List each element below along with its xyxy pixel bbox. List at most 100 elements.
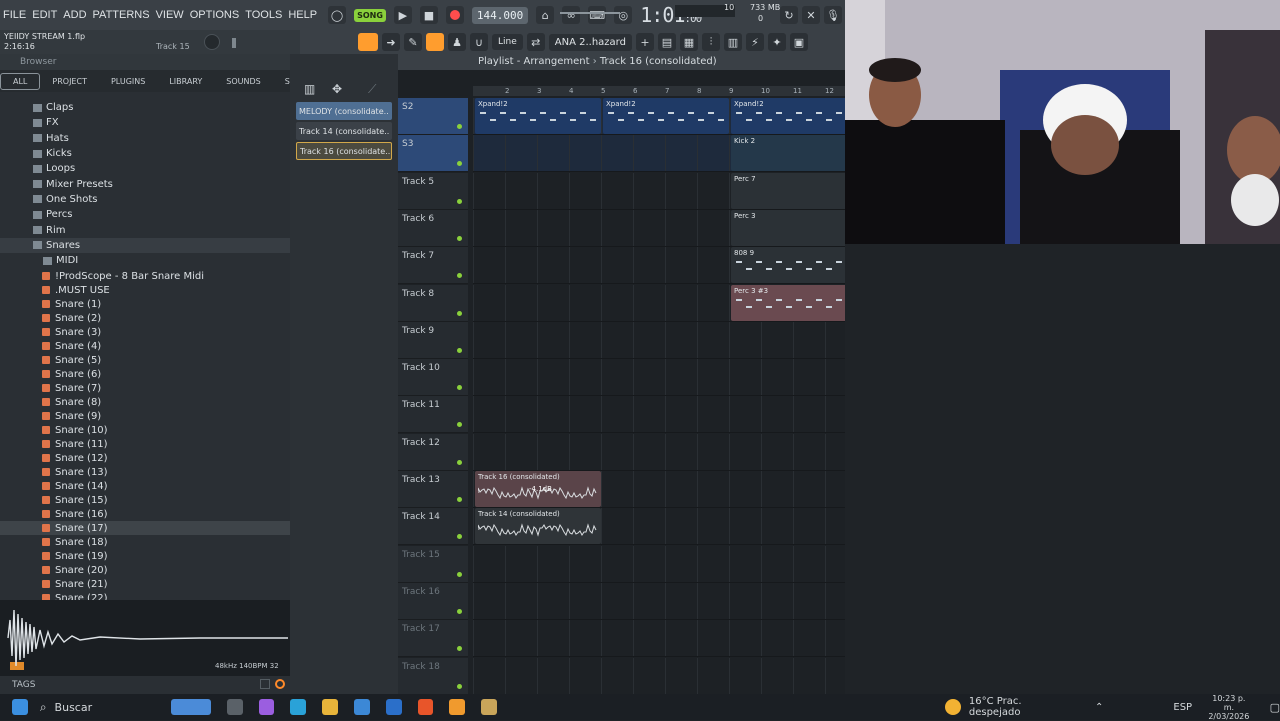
- picker-pattern-icon[interactable]: ▥: [304, 82, 315, 96]
- search-icon[interactable]: ⌕: [40, 700, 47, 715]
- fl-studio-icon[interactable]: [449, 699, 466, 715]
- plugin-icon[interactable]: ⚡: [745, 33, 764, 51]
- mini-slider[interactable]: [232, 38, 236, 48]
- notifications-icon[interactable]: ▢: [1270, 701, 1280, 714]
- browser-file-item[interactable]: Snare (2): [0, 311, 290, 325]
- track-mute-led[interactable]: [457, 235, 462, 241]
- store-icon[interactable]: [353, 699, 370, 715]
- pattern-select[interactable]: ANA 2..hazard: [548, 33, 632, 51]
- stop-button[interactable]: ■: [419, 6, 438, 24]
- track-lane[interactable]: [473, 545, 845, 583]
- master-volume-slider[interactable]: [560, 12, 620, 14]
- track-header[interactable]: Track 12: [398, 433, 468, 471]
- playlist-clip[interactable]: 808 9: [731, 247, 845, 284]
- track-header[interactable]: Track 16: [398, 582, 468, 620]
- browser-file-item[interactable]: Snare (19): [0, 549, 290, 563]
- playlist-clip[interactable]: Perc 3: [731, 209, 845, 246]
- track-mute-led[interactable]: [457, 683, 462, 689]
- wrench-icon[interactable]: ✦: [767, 33, 786, 51]
- mixer-icon[interactable]: ⫶: [701, 33, 720, 51]
- play-button[interactable]: ▶: [393, 6, 412, 24]
- playlist-clip[interactable]: Kick 2: [731, 135, 845, 172]
- folder-mixer-presets[interactable]: Mixer Presets: [0, 176, 290, 191]
- browser-icon[interactable]: ▥: [723, 33, 742, 51]
- folder-fx[interactable]: FX: [0, 115, 290, 130]
- menu-file[interactable]: FILE: [0, 9, 29, 21]
- track-header[interactable]: Track 10: [398, 359, 468, 397]
- picker-item-track14[interactable]: Track 14 (consolidate..: [296, 122, 392, 140]
- browser-file-item[interactable]: Snare (17): [0, 521, 290, 535]
- file-explorer-icon[interactable]: [322, 699, 338, 715]
- browser-file-item[interactable]: Snare (18): [0, 535, 290, 549]
- browser-file-item[interactable]: Snare (7): [0, 381, 290, 395]
- playlist-clip[interactable]: Xpand!2: [731, 98, 845, 134]
- menu-edit[interactable]: EDIT: [29, 9, 60, 21]
- track-mute-led[interactable]: [457, 161, 462, 167]
- playlist-icon[interactable]: ▤: [657, 33, 676, 51]
- copilot-icon[interactable]: [258, 699, 275, 715]
- browser-file-item[interactable]: Snare (12): [0, 451, 290, 465]
- browser-file-item[interactable]: Snare (20): [0, 563, 290, 577]
- channel-rack-icon[interactable]: ▦: [679, 33, 698, 51]
- folder-kicks[interactable]: Kicks: [0, 146, 290, 161]
- folder-percs[interactable]: Percs: [0, 207, 290, 222]
- track-mute-led[interactable]: [457, 310, 462, 316]
- tab-library[interactable]: LIBRARY: [157, 74, 214, 89]
- tab-all[interactable]: ALL: [0, 72, 41, 90]
- task-view-icon[interactable]: [226, 699, 243, 715]
- browser-file-item[interactable]: Snare (21): [0, 577, 290, 591]
- loop-icon[interactable]: ∞: [562, 6, 581, 24]
- record-button[interactable]: [445, 6, 464, 24]
- picker-move-icon[interactable]: ✥: [332, 82, 342, 96]
- track-header[interactable]: S2: [398, 98, 468, 135]
- track-header[interactable]: Track 6: [398, 209, 468, 247]
- track-header[interactable]: S3: [398, 135, 468, 173]
- track-mute-led[interactable]: [457, 459, 462, 465]
- folder-one-shots[interactable]: One Shots: [0, 192, 290, 207]
- folder-rim[interactable]: Rim: [0, 222, 290, 237]
- playlist-clip[interactable]: Xpand!2: [603, 98, 729, 134]
- refresh-icon[interactable]: ↻: [780, 6, 798, 24]
- pencil-icon[interactable]: ✎: [404, 33, 422, 51]
- clock[interactable]: 10:23 p. m. 2/03/2026: [1206, 694, 1252, 721]
- tools-icon[interactable]: ✕: [802, 6, 820, 24]
- app-icon[interactable]: [481, 699, 498, 715]
- track-header[interactable]: Track 5: [398, 172, 468, 210]
- wait-icon[interactable]: ◎: [614, 6, 633, 24]
- track-header[interactable]: Track 13: [398, 471, 468, 508]
- windows-start-icon[interactable]: [12, 699, 28, 715]
- menu-add[interactable]: ADD: [60, 9, 89, 21]
- magnet-icon[interactable]: ∪: [470, 33, 488, 51]
- browser-file-item[interactable]: Snare (15): [0, 493, 290, 507]
- track-lane[interactable]: [473, 433, 845, 471]
- playlist-clip[interactable]: Track 16 (consolidated) -4.1dB: [475, 471, 601, 507]
- track-mute-led[interactable]: [457, 497, 462, 502]
- browser-file-item[interactable]: Snare (10): [0, 423, 290, 437]
- track-lane[interactable]: [473, 396, 845, 434]
- folder-loops[interactable]: Loops: [0, 161, 290, 176]
- track-header[interactable]: Track 9: [398, 321, 468, 359]
- playlist-clip[interactable]: Xpand!2: [475, 98, 601, 134]
- browser-file-item[interactable]: Snare (13): [0, 465, 290, 479]
- metronome-icon[interactable]: ◯: [328, 6, 347, 24]
- stamp-icon[interactable]: ♟: [448, 33, 466, 51]
- track-header[interactable]: Track 11: [398, 396, 468, 434]
- arrow-right-icon[interactable]: ➜: [382, 33, 400, 51]
- menu-view[interactable]: VIEW: [153, 9, 187, 21]
- folder-midi[interactable]: MIDI: [0, 253, 290, 268]
- piano-roll-icon[interactable]: [358, 33, 378, 51]
- track-header[interactable]: Track 14: [398, 508, 468, 546]
- track-lane[interactable]: [473, 620, 845, 658]
- tab-project[interactable]: PROJECT: [40, 74, 99, 89]
- track-lane[interactable]: [473, 657, 845, 694]
- snap-select[interactable]: Line: [492, 34, 523, 50]
- track-header[interactable]: Track 8: [398, 284, 468, 322]
- playlist-clip[interactable]: Track 14 (consolidated): [475, 508, 601, 545]
- tray-chevron-icon[interactable]: ⌃: [1095, 702, 1103, 713]
- track-mute-led[interactable]: [457, 534, 462, 540]
- track-mute-led[interactable]: [457, 646, 462, 652]
- track-lane[interactable]: [473, 359, 845, 397]
- track-mute-led[interactable]: [457, 198, 462, 204]
- search-highlight-icon[interactable]: [171, 699, 211, 715]
- rack-icon[interactable]: ▣: [789, 33, 808, 51]
